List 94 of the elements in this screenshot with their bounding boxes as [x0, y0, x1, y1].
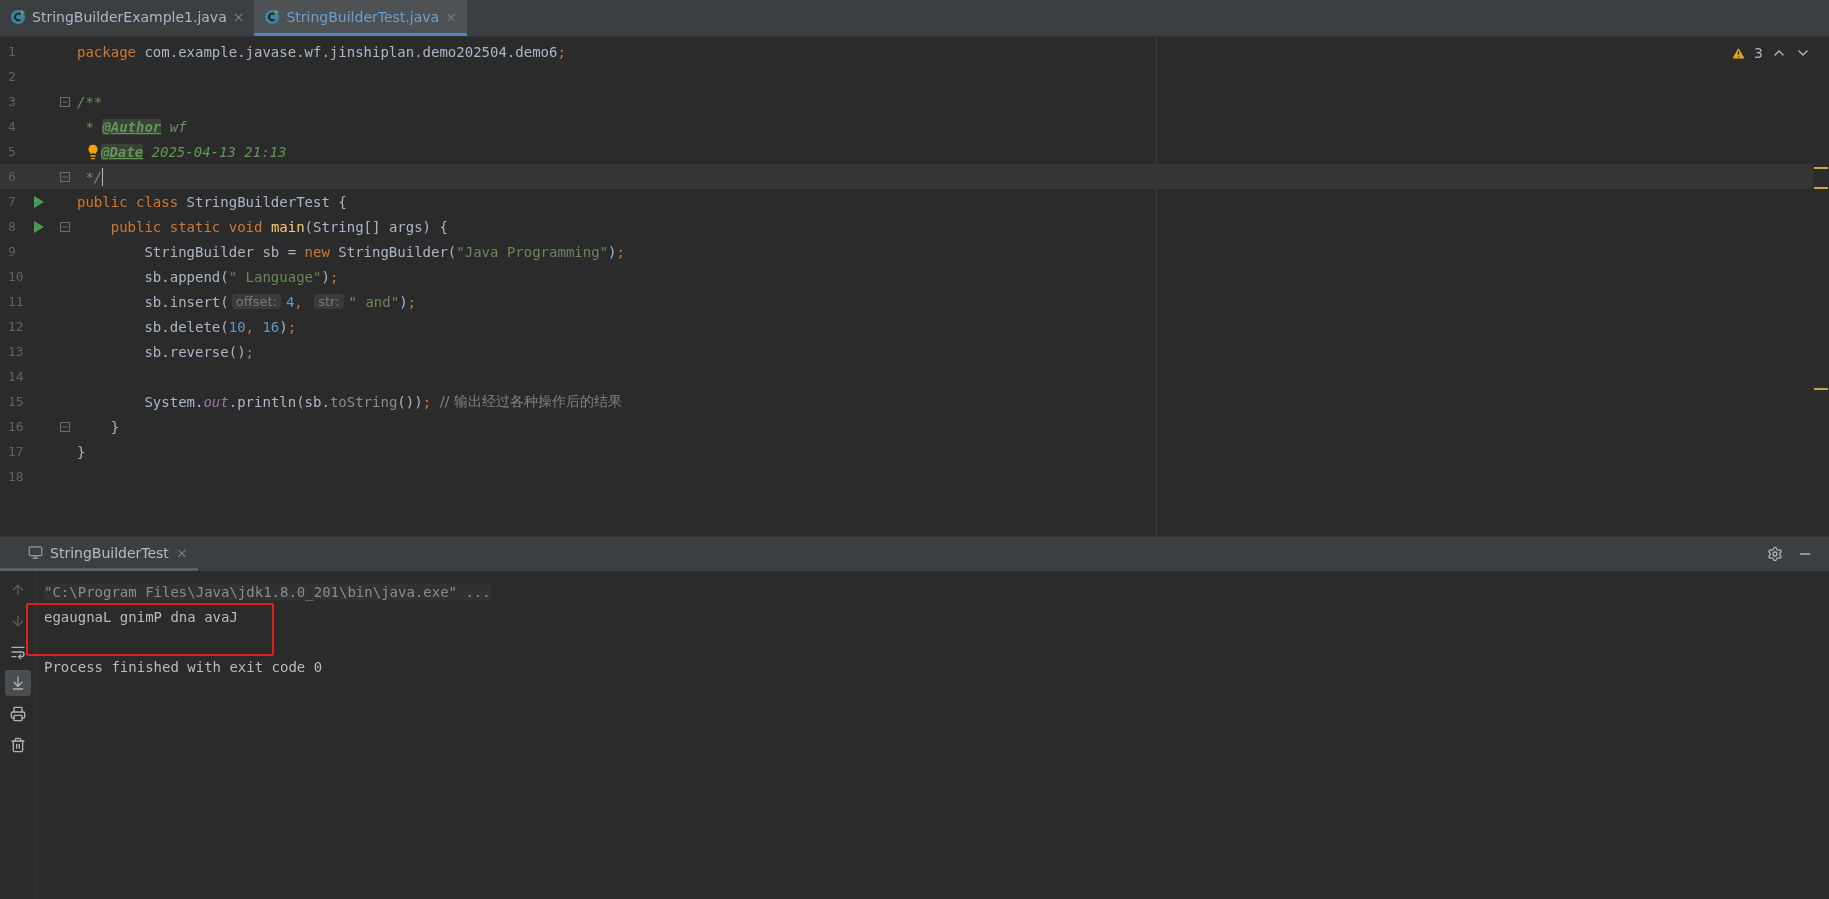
code-token: sb.append(	[143, 268, 229, 285]
java-class-icon	[264, 8, 281, 25]
tab-label: StringBuilderTest	[50, 544, 169, 561]
code-token: /**	[77, 93, 103, 110]
code-token: 4	[285, 293, 295, 310]
code-token: ;	[407, 293, 416, 310]
code-token: ;	[329, 268, 339, 285]
code-token: sb.reverse()	[143, 343, 246, 360]
line-number: 14	[7, 369, 25, 384]
line-number: 16	[7, 419, 25, 434]
code-token: ,	[294, 293, 304, 310]
java-class-icon	[10, 8, 26, 25]
fold-icon[interactable]	[60, 96, 70, 107]
lightbulb-icon[interactable]	[85, 143, 101, 160]
run-icon[interactable]	[34, 195, 44, 208]
code-token: System.	[143, 393, 204, 410]
code-token: StringBuilderTest {	[186, 193, 347, 210]
console-output: egaugnaL gnimP dna avaJ	[44, 608, 238, 625]
line-number: 13	[7, 344, 25, 359]
code-token: )	[608, 243, 617, 260]
code-token: @Author	[102, 118, 162, 135]
line-number: 12	[7, 319, 25, 334]
code-token: public class	[77, 193, 180, 210]
close-icon[interactable]: ×	[445, 8, 457, 25]
fold-icon[interactable]	[60, 171, 70, 182]
console-icon	[28, 545, 43, 560]
warning-count: 3	[1754, 45, 1763, 61]
code-token: toString	[329, 393, 398, 410]
code-token: )	[321, 268, 330, 285]
code-token: ,	[245, 318, 255, 335]
code-token: ;	[616, 243, 625, 260]
warning-icon[interactable]	[1731, 45, 1747, 61]
code-token: wf	[168, 118, 187, 135]
line-number: 3	[7, 94, 17, 109]
code-token: ;	[557, 43, 566, 60]
line-number: 1	[7, 44, 17, 59]
code-token: }	[77, 443, 86, 460]
close-icon[interactable]: ×	[175, 544, 188, 561]
console-output: Process finished with exit code 0	[44, 658, 323, 675]
code-token: " and"	[348, 293, 400, 310]
line-number: 18	[7, 469, 25, 484]
code-token: ;	[287, 318, 297, 335]
code-token: package	[77, 43, 137, 60]
code-token: // 输出经过各种操作后的结果	[438, 392, 622, 411]
line-number: 7	[7, 194, 17, 209]
settings-icon[interactable]	[1767, 546, 1783, 562]
code-token: ())	[397, 393, 423, 410]
code-token: "Java Programming"	[456, 243, 609, 260]
editor-tab[interactable]: StringBuilderTest.java ×	[254, 0, 467, 36]
code-token: StringBuilder(	[338, 243, 457, 260]
code-token: public static void	[109, 218, 264, 235]
fold-icon[interactable]	[60, 221, 70, 232]
code-token: )	[399, 293, 408, 310]
command-line-text: "C:\Program Files\Java\jdk1.8.0_201\bin\java.exe" ...	[44, 583, 491, 600]
code-token: StringBuilder sb =	[143, 243, 298, 260]
code-token: (String[] args) {	[304, 218, 448, 235]
code-token: *	[84, 118, 95, 135]
tab-label: StringBuilderExample1.java	[32, 8, 227, 25]
code-token: )	[279, 318, 288, 335]
code-token: */	[84, 168, 103, 185]
code-token: out	[203, 393, 229, 410]
line-number: 2	[7, 69, 17, 84]
code-token: sb.delete(	[143, 318, 229, 335]
parameter-hint: str:	[314, 294, 344, 309]
code-token: " Language"	[228, 268, 322, 285]
fold-icon[interactable]	[60, 421, 70, 432]
close-icon[interactable]: ×	[232, 8, 245, 25]
code-token: }	[109, 418, 120, 435]
parameter-hint: offset:	[231, 294, 281, 309]
line-number: 8	[7, 219, 17, 234]
code-token: 10	[228, 318, 246, 335]
code-token: 16	[262, 318, 280, 335]
code-token: sb.insert(	[143, 293, 229, 310]
code-token: ;	[245, 343, 254, 360]
run-icon[interactable]	[34, 220, 44, 233]
line-number: 10	[7, 269, 25, 284]
text-caret	[102, 167, 104, 186]
code-token: .println(sb.	[228, 393, 330, 410]
line-number: 5	[7, 144, 17, 159]
line-number: 15	[7, 394, 25, 409]
code-token: @Date	[101, 143, 144, 160]
line-number: 4	[7, 119, 17, 134]
line-number: 11	[7, 294, 25, 309]
code-token: com.example.javase.wf.jinshiplan.demo202504.demo6	[144, 43, 558, 60]
editor-tab[interactable]: StringBuilderExample1.java ×	[0, 0, 255, 36]
code-token: 2025-04-13 21:13	[150, 143, 287, 160]
line-number: 17	[7, 444, 25, 459]
line-number: 9	[7, 244, 17, 259]
code-token: new	[304, 243, 331, 260]
tab-label: StringBuilderTest.java	[286, 8, 440, 25]
code-token: ;	[422, 393, 432, 410]
run-tab[interactable]: StringBuilderTest ×	[0, 537, 198, 571]
scroll-to-end-icon[interactable]	[4, 670, 31, 696]
code-token: main	[270, 218, 305, 235]
